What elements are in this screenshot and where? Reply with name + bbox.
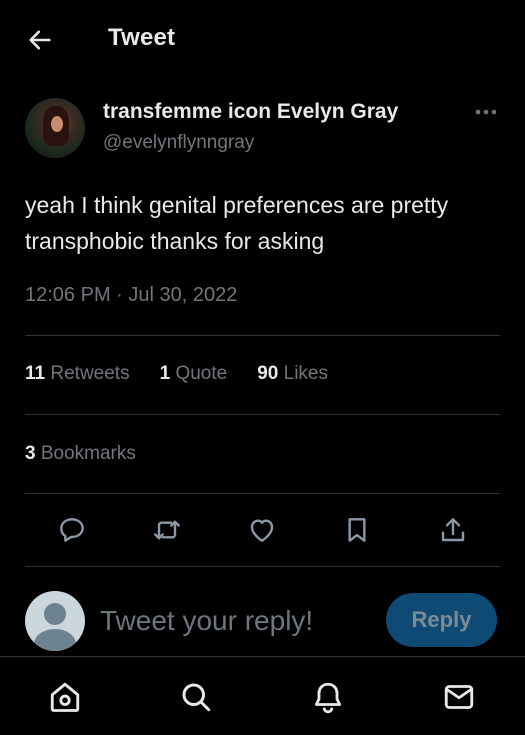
author-display-name[interactable]: transfemme icon Evelyn Gray — [103, 100, 398, 124]
bookmarks-label: Bookmarks — [40, 443, 136, 464]
messages-icon[interactable] — [441, 679, 477, 715]
divider — [25, 566, 500, 567]
user-avatar — [25, 591, 85, 651]
search-icon[interactable] — [178, 679, 214, 715]
retweets-label: Retweets — [50, 363, 130, 384]
reply-icon[interactable] — [56, 514, 88, 546]
page-title: Tweet — [108, 24, 176, 51]
author-avatar[interactable] — [25, 98, 85, 158]
divider — [25, 414, 500, 415]
avatar-head — [44, 603, 66, 625]
likes-label: Likes — [283, 363, 328, 384]
divider — [25, 493, 500, 494]
bookmark-icon[interactable] — [341, 514, 373, 546]
retweet-icon[interactable] — [151, 514, 183, 546]
quotes-label: Quote — [175, 363, 228, 384]
more-options-icon[interactable] — [472, 102, 500, 122]
divider — [25, 335, 500, 336]
bottom-navigation — [0, 656, 525, 735]
avatar-face — [51, 116, 63, 132]
likes-count: 90 — [257, 363, 279, 384]
tweet-timestamp[interactable]: 12:06 PM · Jul 30, 2022 — [25, 284, 237, 307]
quotes-count: 1 — [159, 363, 171, 384]
reply-button[interactable]: Reply — [386, 593, 497, 647]
tweet-text: yeah I think genital preferences are pre… — [25, 192, 449, 254]
avatar-body — [34, 629, 76, 651]
bookmarks-stat[interactable]: 3 Bookmarks — [25, 443, 136, 465]
notifications-icon[interactable] — [310, 679, 346, 715]
quotes-stat[interactable]: 1 Quote — [160, 363, 228, 391]
likes-stat[interactable]: 90 Likes — [257, 363, 328, 391]
retweets-count: 11 — [25, 363, 46, 384]
top-bar: Tweet — [0, 0, 525, 78]
share-icon[interactable] — [437, 514, 469, 546]
author-handle: @evelynflynngray — [103, 132, 255, 153]
home-icon[interactable] — [47, 679, 83, 715]
tweet-stats: 11 Retweets 1 Quote 90 Likes — [25, 363, 358, 391]
bookmarks-count: 3 — [25, 443, 36, 464]
reply-input[interactable] — [100, 598, 370, 644]
back-arrow-icon[interactable] — [26, 26, 54, 54]
like-icon[interactable] — [246, 514, 278, 546]
retweets-stat[interactable]: 11 Retweets — [25, 363, 130, 391]
